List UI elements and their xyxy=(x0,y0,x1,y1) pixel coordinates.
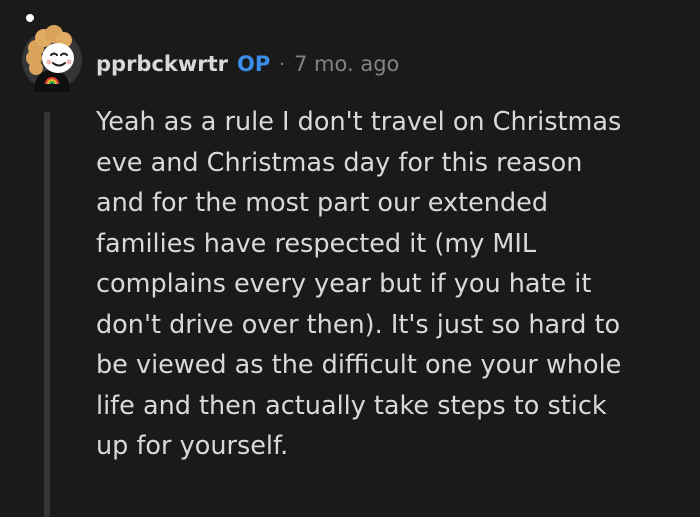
op-badge: OP xyxy=(237,52,271,76)
comment-body: Yeah as a rule I don't travel on Christm… xyxy=(96,102,686,467)
snoo-avatar-icon xyxy=(22,14,82,92)
meta-separator: · xyxy=(279,53,286,75)
comment-body-line: eve and Christmas day for this reason xyxy=(96,147,583,178)
comment-body-line: be viewed as the difficult one your whol… xyxy=(96,350,622,380)
comment-body-line: families have respected it (my MIL xyxy=(96,228,537,259)
comment-author[interactable]: pprbckwrtr xyxy=(96,52,228,76)
comment-body-line: don't drive over then). It's just so har… xyxy=(96,309,621,340)
comment-timestamp[interactable]: 7 mo. ago xyxy=(294,52,399,76)
comment-meta: pprbckwrtr OP · 7 mo. ago xyxy=(96,46,399,82)
comment-body-line: complains every year but if you hate it xyxy=(96,269,592,299)
user-avatar[interactable] xyxy=(18,14,86,92)
comment-body-line: up for yourself. xyxy=(96,431,289,461)
thread-collapse-line[interactable] xyxy=(44,112,50,517)
comment-body-line: and for the most part our extended xyxy=(96,188,549,218)
comment-body-line: life and then actually take steps to sti… xyxy=(96,390,607,421)
comment: pprbckwrtr OP · 7 mo. ago Yeah as a rule… xyxy=(0,0,700,517)
comment-body-line: Yeah as a rule I don't travel on Christm… xyxy=(96,107,622,137)
